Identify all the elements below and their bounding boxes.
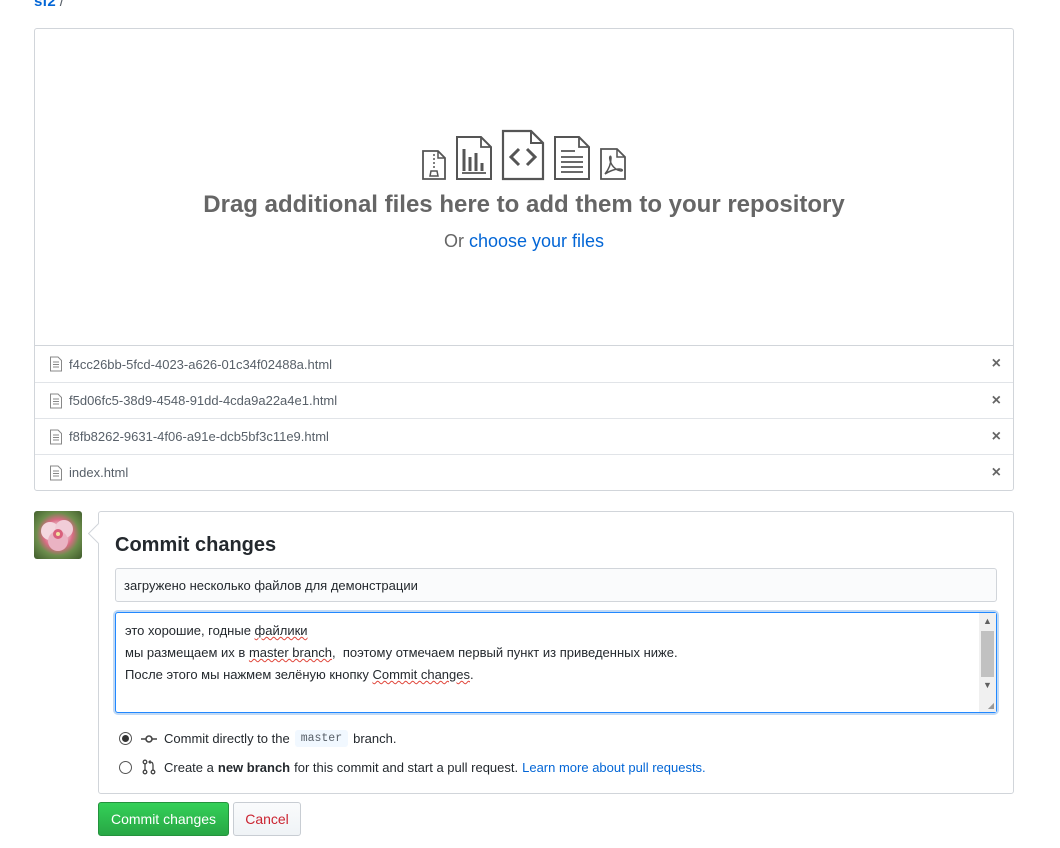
resize-grip-icon[interactable]: ◢ (988, 702, 994, 710)
new-branch-radio[interactable] (119, 760, 132, 774)
file-text-icon (554, 136, 590, 180)
file-name: index.html (69, 465, 129, 480)
branch-name-pill: master (294, 730, 349, 747)
scrollbar-thumb[interactable] (981, 631, 994, 677)
remove-file-icon[interactable]: × (992, 464, 1001, 481)
breadcrumb: sf2/ (34, 0, 64, 10)
file-row: f5d06fc5-38d9-4548-91dd-4cda9a22a4e1.htm… (35, 382, 1013, 418)
new-branch-bold: new branch (217, 759, 291, 775)
file-row: index.html × (35, 454, 1013, 490)
commit-direct-text: Commit directly to the (164, 731, 290, 746)
commit-direct-radio[interactable] (119, 732, 132, 745)
breadcrumb-repo-link[interactable]: sf2 (34, 0, 56, 10)
file-row: f4cc26bb-5fcd-4023-a626-01c34f02488a.htm… (35, 346, 1013, 382)
remove-file-icon[interactable]: × (992, 428, 1001, 445)
file-zip-icon (422, 150, 446, 180)
file-row: f8fb8262-9631-4f06-a91e-dcb5bf3c11e9.htm… (35, 418, 1013, 454)
description-line: После этого мы нажмем зелёную кнопку Com… (125, 667, 474, 682)
file-name: f5d06fc5-38d9-4548-91dd-4cda9a22a4e1.htm… (69, 393, 338, 408)
description-scrollbar[interactable]: ▲ ▼ (979, 613, 996, 712)
file-icon (50, 465, 62, 480)
scroll-down-arrow-icon[interactable]: ▼ (979, 677, 996, 694)
file-code-icon (501, 129, 545, 181)
graph-icon (456, 136, 492, 180)
avatar-flower-image (41, 520, 73, 551)
file-icon (50, 356, 62, 372)
commit-description-text[interactable]: это хорошие, годные файлики мы размещаем… (125, 620, 976, 686)
uploaded-file-list: f4cc26bb-5fcd-4023-a626-01c34f02488a.htm… (34, 345, 1014, 491)
new-branch-option[interactable]: Create a new branch for this commit and … (119, 759, 706, 775)
learn-more-pull-requests-link[interactable]: Learn more about pull requests. (522, 760, 706, 775)
commit-summary-input[interactable] (115, 568, 997, 602)
new-branch-suffix: for this commit and start a pull request… (294, 759, 519, 775)
description-line: это хорошие, годные файлики (125, 623, 308, 638)
scroll-up-arrow-icon[interactable]: ▲ (979, 613, 996, 630)
commit-direct-option[interactable]: Commit directly to the master branch. (119, 730, 397, 747)
dropzone-subtitle: Or choose your files (35, 231, 1013, 252)
cancel-button[interactable]: Cancel (233, 802, 301, 836)
git-commit-icon (141, 734, 157, 743)
file-icon (50, 429, 62, 444)
commit-description-textarea[interactable]: это хорошие, годные файлики мы размещаем… (115, 612, 997, 713)
file-dropzone[interactable]: Drag additional files here to add them t… (34, 28, 1014, 346)
avatar (34, 511, 82, 559)
commit-form: Commit changes это хорошие, годные файли… (98, 511, 1014, 794)
breadcrumb-separator: / (59, 0, 64, 10)
description-line: мы размещаем их в master branch, поэтому… (125, 645, 678, 660)
file-pdf-icon (600, 148, 626, 180)
dropzone-title: Drag additional files here to add them t… (203, 191, 845, 218)
dropzone-or-text: Or (443, 231, 464, 251)
dropzone-icons (35, 129, 1013, 181)
git-pull-request-icon (142, 759, 156, 775)
file-icon (50, 393, 62, 408)
remove-file-icon[interactable]: × (992, 392, 1001, 409)
file-name: f4cc26bb-5fcd-4023-a626-01c34f02488a.htm… (69, 356, 333, 372)
choose-files-link[interactable]: choose your files (469, 231, 604, 251)
commit-form-title: Commit changes (115, 534, 277, 556)
commit-changes-button[interactable]: Commit changes (98, 802, 229, 836)
file-name: f8fb8262-9631-4f06-a91e-dcb5bf3c11e9.htm… (69, 429, 329, 444)
remove-file-icon[interactable]: × (992, 356, 1001, 372)
new-branch-prefix: Create a (164, 759, 214, 775)
commit-direct-suffix: branch. (353, 731, 397, 746)
